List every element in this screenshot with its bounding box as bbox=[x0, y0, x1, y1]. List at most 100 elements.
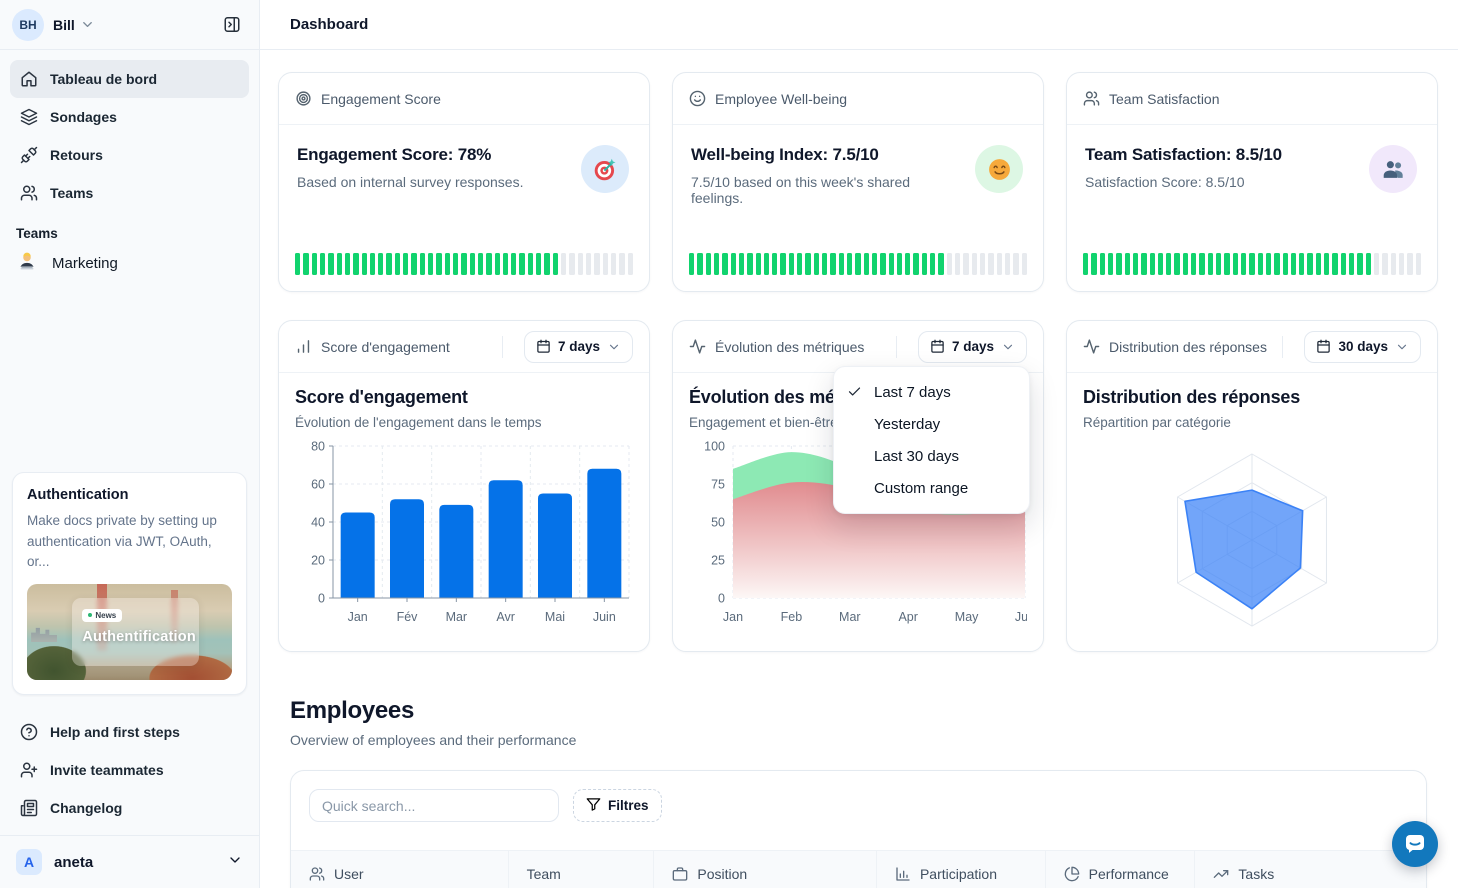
progress-segment bbox=[1391, 253, 1396, 275]
engagement-bar-chart: JanFévMarAvrMaiJuin020406080 bbox=[295, 436, 633, 633]
progress-segment bbox=[378, 253, 383, 275]
activity-icon bbox=[689, 338, 706, 355]
progress-segment bbox=[814, 253, 819, 275]
progress-segment bbox=[847, 253, 852, 275]
sidebar-item-retours[interactable]: Retours bbox=[10, 136, 249, 174]
progress-segment bbox=[747, 253, 752, 275]
activity-icon bbox=[1083, 338, 1100, 355]
chat-launcher-button[interactable] bbox=[1392, 821, 1438, 867]
sidebar-item-tableau-de-bord[interactable]: Tableau de bord bbox=[10, 60, 249, 98]
help-icon bbox=[20, 723, 38, 741]
filters-button[interactable]: Filtres bbox=[573, 789, 662, 822]
progress-segment bbox=[1150, 253, 1155, 275]
progress-segment bbox=[839, 253, 844, 275]
chart-card-header-label: Score d'engagement bbox=[321, 339, 493, 355]
progress-segment bbox=[722, 253, 727, 275]
bar-chart-icon bbox=[295, 338, 312, 355]
range-button[interactable]: 7 days bbox=[918, 331, 1027, 363]
column-header-participation[interactable]: Participation bbox=[877, 851, 1046, 888]
progress-segment bbox=[428, 253, 433, 275]
progress-segment bbox=[1416, 253, 1421, 275]
svg-text:Avr: Avr bbox=[496, 610, 515, 624]
progress-segment bbox=[486, 253, 491, 275]
svg-text:60: 60 bbox=[311, 478, 325, 492]
stat-emoji-badge bbox=[1369, 145, 1417, 193]
progress-segment bbox=[1366, 253, 1371, 275]
column-header-team[interactable]: Team bbox=[509, 851, 655, 888]
sidebar-item-teams[interactable]: Teams bbox=[10, 174, 249, 212]
calendar-icon bbox=[536, 339, 551, 354]
sidebar: BH Bill Tableau de bordSondagesRetoursTe… bbox=[0, 0, 260, 888]
sidebar-item-changelog[interactable]: Changelog bbox=[10, 789, 249, 827]
home-icon bbox=[20, 70, 38, 88]
progress-segment bbox=[1316, 253, 1321, 275]
dart-emoji-icon bbox=[592, 156, 619, 183]
progress-segment bbox=[619, 253, 624, 275]
sidebar-footer-nav: Help and first stepsInvite teammatesChan… bbox=[0, 707, 259, 831]
svg-text:Jan: Jan bbox=[723, 610, 743, 624]
chevron-down-icon bbox=[1395, 340, 1409, 354]
stat-title: Well-being Index: 7.5/10 bbox=[691, 145, 965, 165]
chart-subtitle: Répartition par catégorie bbox=[1083, 415, 1421, 430]
topbar: Dashboard bbox=[260, 0, 1458, 50]
progress-segment bbox=[1249, 253, 1254, 275]
column-header-user[interactable]: User bbox=[291, 851, 509, 888]
chart-bars-icon bbox=[895, 866, 911, 882]
chevron-down-icon bbox=[227, 852, 243, 873]
menu-item-last-30-days[interactable]: Last 30 days bbox=[834, 440, 1029, 472]
range-button[interactable]: 30 days bbox=[1304, 331, 1421, 363]
progress-segment bbox=[312, 253, 317, 275]
busts-emoji-icon bbox=[1381, 157, 1406, 182]
range-button[interactable]: 7 days bbox=[524, 331, 633, 363]
users-icon bbox=[1083, 90, 1100, 107]
sidebar-item-invite-teammates[interactable]: Invite teammates bbox=[10, 751, 249, 789]
account-switcher[interactable]: A aneta bbox=[0, 836, 259, 888]
sidebar-nav: Tableau de bordSondagesRetoursTeams bbox=[0, 50, 259, 212]
promo-caption: Authentification bbox=[82, 629, 196, 645]
column-header-tasks[interactable]: Tasks bbox=[1195, 851, 1426, 888]
progress-segment bbox=[1199, 253, 1204, 275]
menu-item-last-7-days[interactable]: Last 7 days bbox=[834, 376, 1029, 408]
progress-segment bbox=[1241, 253, 1246, 275]
progress-segment bbox=[706, 253, 711, 275]
sidebar-item-sondages[interactable]: Sondages bbox=[10, 98, 249, 136]
progress-segment bbox=[1216, 253, 1221, 275]
pie-icon bbox=[1064, 866, 1080, 882]
progress-segment bbox=[553, 253, 558, 275]
svg-text:Feb: Feb bbox=[781, 610, 803, 624]
svg-text:50: 50 bbox=[711, 516, 725, 530]
stat-card-engagement-score: Engagement ScoreEngagement Score: 78%Bas… bbox=[278, 72, 650, 292]
sidebar-collapse-button[interactable] bbox=[217, 10, 247, 40]
search-input[interactable] bbox=[309, 789, 559, 822]
progress-segment bbox=[864, 253, 869, 275]
sidebar-item-marketing[interactable]: Marketing bbox=[0, 243, 259, 283]
progress-bar bbox=[689, 253, 1027, 275]
progress-segment bbox=[889, 253, 894, 275]
authentication-promo-card[interactable]: Authentication Make docs private by sett… bbox=[12, 472, 247, 695]
menu-item-yesterday[interactable]: Yesterday bbox=[834, 408, 1029, 440]
promo-body: Make docs private by setting up authenti… bbox=[27, 511, 232, 572]
sidebar-item-help-and-first-steps[interactable]: Help and first steps bbox=[10, 713, 249, 751]
progress-segment bbox=[772, 253, 777, 275]
workspace-name: Bill bbox=[53, 17, 75, 33]
progress-segment bbox=[1374, 253, 1379, 275]
progress-segment bbox=[955, 253, 960, 275]
progress-segment bbox=[1399, 253, 1404, 275]
progress-segment bbox=[1005, 253, 1010, 275]
column-header-performance[interactable]: Performance bbox=[1046, 851, 1196, 888]
svg-text:20: 20 bbox=[311, 554, 325, 568]
progress-segment bbox=[1307, 253, 1312, 275]
column-header-position[interactable]: Position bbox=[654, 851, 877, 888]
progress-segment bbox=[731, 253, 736, 275]
progress-segment bbox=[1233, 253, 1238, 275]
employees-title: Employees bbox=[290, 697, 1427, 725]
teams-section-label: Teams bbox=[0, 212, 259, 243]
workspace-switcher[interactable]: BH Bill bbox=[0, 0, 259, 50]
progress-segment bbox=[905, 253, 910, 275]
menu-item-custom-range[interactable]: Custom range bbox=[834, 472, 1029, 504]
svg-text:May: May bbox=[955, 610, 979, 624]
chevron-down-icon bbox=[80, 17, 95, 32]
responses-distribution-chart-card: Distribution des réponses 30 days Distri… bbox=[1066, 320, 1438, 652]
svg-text:75: 75 bbox=[711, 478, 725, 492]
account-name: aneta bbox=[54, 854, 215, 871]
